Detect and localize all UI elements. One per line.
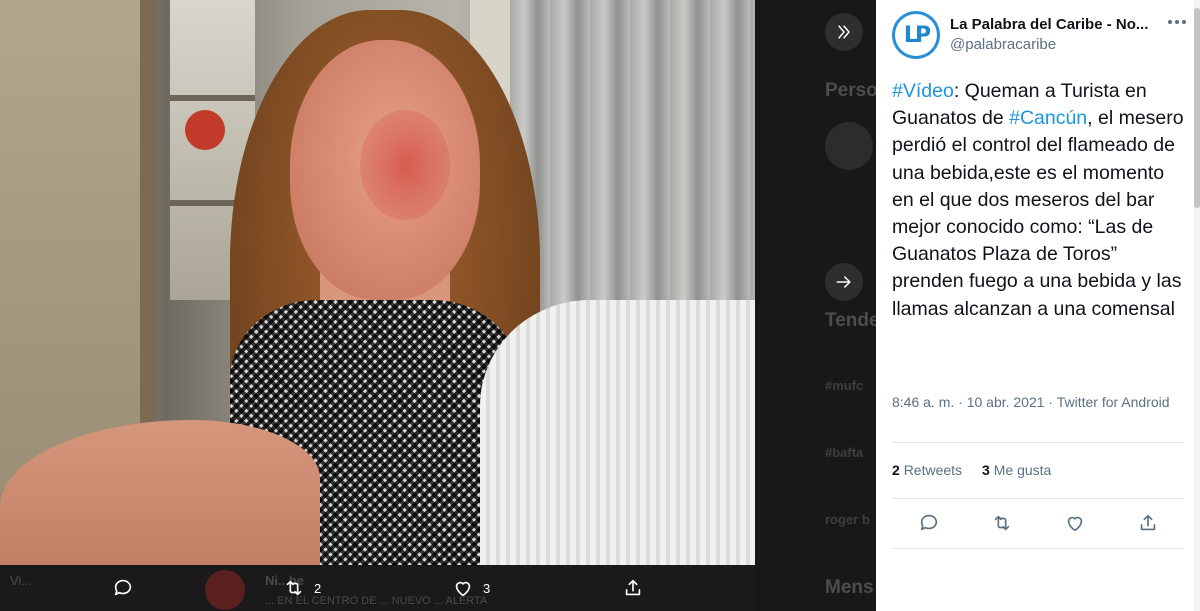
tweet-photo[interactable] [0, 0, 755, 565]
retweets-count: 2 [892, 462, 900, 478]
next-image-button[interactable] [825, 263, 863, 301]
divider [892, 548, 1184, 549]
photo-curtain [510, 0, 755, 320]
tweet-stats: 2 Retweets 3 Me gusta [892, 462, 1051, 478]
tweet-timestamp[interactable]: 8:46 a. m. · 10 abr. 2021 · Twitter for … [892, 392, 1192, 412]
share-icon [625, 579, 641, 596]
avatar-badge: LP [895, 14, 937, 56]
photo-sleeve [480, 300, 755, 565]
media-like-button[interactable]: 3 [452, 577, 490, 599]
ghost-avatar [825, 122, 873, 170]
background-sidebar: Perso Tende #mufc #bafta roger b Mens [755, 0, 876, 611]
share-icon[interactable] [1137, 512, 1159, 534]
tweet-text-segment: , el mesero perdió el control del flamea… [892, 107, 1184, 320]
ghost-heading: Mens [825, 577, 874, 598]
author-handle[interactable]: @palabracaribe [950, 36, 1056, 53]
author-name[interactable]: La Palabra del Caribe - No... [950, 16, 1180, 33]
collapse-panel-button[interactable] [825, 13, 863, 51]
ghost-heading: Perso [825, 80, 876, 101]
retweets-label: Retweets [903, 462, 963, 478]
media-like-count: 3 [483, 580, 491, 596]
reply-icon [114, 579, 132, 596]
avatar[interactable]: LP [892, 11, 940, 59]
photo-toy [185, 110, 225, 150]
likes-count: 3 [982, 462, 990, 478]
tweet-text: #Vídeo: Queman a Turista en Guanatos de … [892, 78, 1190, 323]
hashtag-link[interactable]: #Vídeo [892, 80, 954, 102]
retweet-icon [286, 580, 302, 596]
divider [892, 498, 1184, 499]
heart-icon[interactable] [1064, 512, 1086, 534]
tweet-panel: LP La Palabra del Caribe - No... @palabr… [876, 0, 1200, 611]
arrow-right-icon [836, 276, 851, 288]
photo-burn-mark [360, 110, 450, 220]
photo-shelf-board [170, 95, 255, 101]
reply-icon[interactable] [918, 512, 940, 534]
double-chevron-right-icon [838, 25, 850, 39]
media-action-bar: 2 3 [0, 565, 755, 611]
retweet-icon[interactable] [991, 512, 1013, 534]
heart-icon [455, 581, 471, 597]
media-retweet-count: 2 [314, 580, 322, 596]
ghost-trend: #bafta [825, 445, 864, 460]
retweets-stat[interactable]: 2 Retweets [892, 462, 962, 478]
tweet-action-bar [892, 503, 1184, 543]
ghost-heading: Tende [825, 310, 876, 331]
media-share-button[interactable] [622, 577, 644, 599]
media-reply-button[interactable] [112, 577, 143, 599]
media-viewer: Vi... Ni...be ... EN EL CENTRO DE ... NU… [0, 0, 876, 611]
hashtag-link[interactable]: #Cancún [1009, 107, 1087, 129]
ghost-trend: #mufc [825, 378, 864, 393]
avatar-logo: LP [903, 22, 931, 48]
media-retweet-button[interactable]: 2 [283, 577, 321, 599]
ghost-trend: roger b [825, 512, 870, 527]
likes-stat[interactable]: 3 Me gusta [982, 462, 1051, 478]
more-options-icon[interactable] [1166, 14, 1188, 30]
likes-label: Me gusta [993, 462, 1052, 478]
divider [892, 442, 1184, 443]
scrollbar-thumb[interactable] [1194, 8, 1200, 208]
